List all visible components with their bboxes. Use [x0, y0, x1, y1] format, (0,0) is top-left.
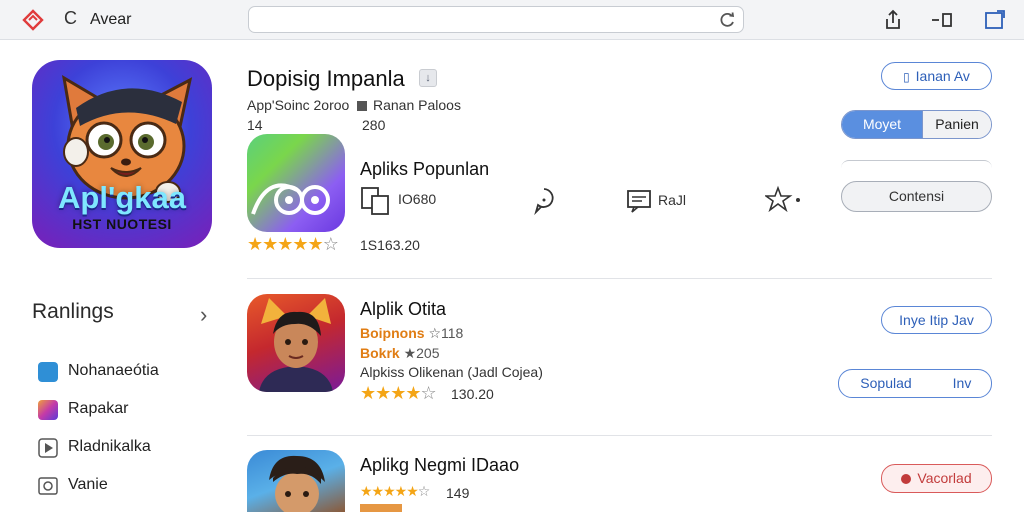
copy-count: IO680: [398, 191, 437, 207]
list-item-rating-count: 149: [446, 485, 470, 501]
sidebar-image-icon: [38, 477, 58, 495]
avatar-character-icon: [269, 455, 325, 512]
comment-action[interactable]: [532, 186, 558, 216]
split-button-right[interactable]: Inv: [933, 370, 991, 397]
divider: [247, 435, 992, 436]
bookmark-icon: ▯: [903, 70, 910, 84]
copy-icon: [361, 187, 389, 215]
app-title: Dopisig Impanla: [247, 66, 405, 91]
list-item-button[interactable]: Inye Itip Jav: [881, 306, 992, 334]
sidebar-play-icon: [38, 438, 58, 458]
app-logo-icon[interactable]: [22, 9, 44, 31]
list-app-icon[interactable]: [247, 294, 345, 392]
star-outline-icon: [765, 185, 800, 213]
list-item-title[interactable]: Alplik Otita: [360, 299, 446, 320]
sidebar-item-label: Rladnikalka: [68, 438, 151, 455]
rail-label: RaJl: [658, 192, 687, 208]
tag-square-icon: [357, 101, 367, 111]
publisher[interactable]: App'Soinc 2oroo: [247, 97, 349, 113]
title-bar: C Avear: [0, 0, 1024, 40]
list-app-icon[interactable]: [247, 450, 345, 512]
sidebar-item-label: Rapakar: [68, 400, 129, 417]
share-icon[interactable]: [881, 8, 905, 32]
segment-a[interactable]: Moyet: [842, 111, 922, 138]
featured-title[interactable]: Apliks Popunlan: [360, 159, 489, 180]
small-star-icon: ★: [403, 345, 417, 361]
featured-rating-count: 1S163.20: [360, 237, 420, 253]
chevron-right-icon[interactable]: ›: [200, 302, 207, 328]
hero-title: Apl'gkaa: [58, 180, 186, 215]
meta-right: 280: [362, 117, 386, 133]
segment-b[interactable]: Panien: [922, 111, 991, 138]
sidebar-app-icon: [38, 362, 58, 382]
featured-rating-stars: ★★★★★☆: [247, 234, 339, 254]
comment-icon: [534, 188, 554, 216]
back-refresh-icon[interactable]: C: [64, 8, 77, 29]
segmented-control[interactable]: Moyet Panien: [841, 110, 992, 139]
list-item-rating-count: 130.20: [451, 386, 494, 402]
collapsed-button-edge: [841, 160, 992, 168]
sidebar-camera-icon: [38, 400, 58, 420]
list-item-rating-stars: ★★★★☆: [360, 383, 437, 403]
meta-left: 14: [247, 117, 263, 133]
sidebar-item-label: Vanie: [68, 476, 108, 493]
list-item-title[interactable]: Aplikg Negmi IDaao: [360, 455, 519, 476]
download-badge-icon[interactable]: ↓: [419, 69, 437, 87]
publisher-tag: Ranan Paloos: [357, 97, 461, 113]
rankings-heading[interactable]: Ranlings: [32, 300, 114, 324]
address-bar[interactable]: [248, 6, 744, 33]
reload-icon[interactable]: [717, 10, 737, 30]
cutoff-orange-text: [360, 504, 430, 512]
list-item-line1: Boipnons ☆118: [360, 325, 464, 341]
eyes-logo-icon: [251, 183, 330, 215]
list-item-desc: Alpkiss Olikenan (Jadl Cojea): [360, 364, 543, 380]
list-item-split-button[interactable]: Sopulad Inv: [838, 369, 992, 398]
sidebar-item-label: Nohanaeótia: [68, 362, 159, 379]
divider: [247, 278, 992, 279]
list-item-red-button[interactable]: Vacorlad: [881, 464, 992, 493]
new-window-icon[interactable]: [983, 8, 1007, 32]
avatar-character-icon: [259, 298, 333, 392]
top-right-button[interactable]: ▯ Ianan Av: [881, 62, 992, 90]
small-star-icon: ☆: [428, 325, 441, 341]
featured-app-hero-icon[interactable]: Apl'gkaa HST NUOTESI: [32, 60, 212, 248]
window-title: Avear: [90, 11, 132, 28]
window-controls-icon[interactable]: [930, 8, 954, 32]
message-icon: [627, 190, 651, 213]
list-item-line2: Bokrk ★205: [360, 345, 440, 361]
split-button-left[interactable]: Sopulad: [839, 370, 933, 397]
contains-button[interactable]: Contensi: [841, 181, 992, 212]
record-icon: [901, 474, 912, 484]
featured-app-icon[interactable]: [247, 134, 345, 232]
list-item-rating-stars: ★★★★★☆: [360, 483, 430, 499]
hero-subtitle: HST NUOTESI: [72, 216, 172, 232]
